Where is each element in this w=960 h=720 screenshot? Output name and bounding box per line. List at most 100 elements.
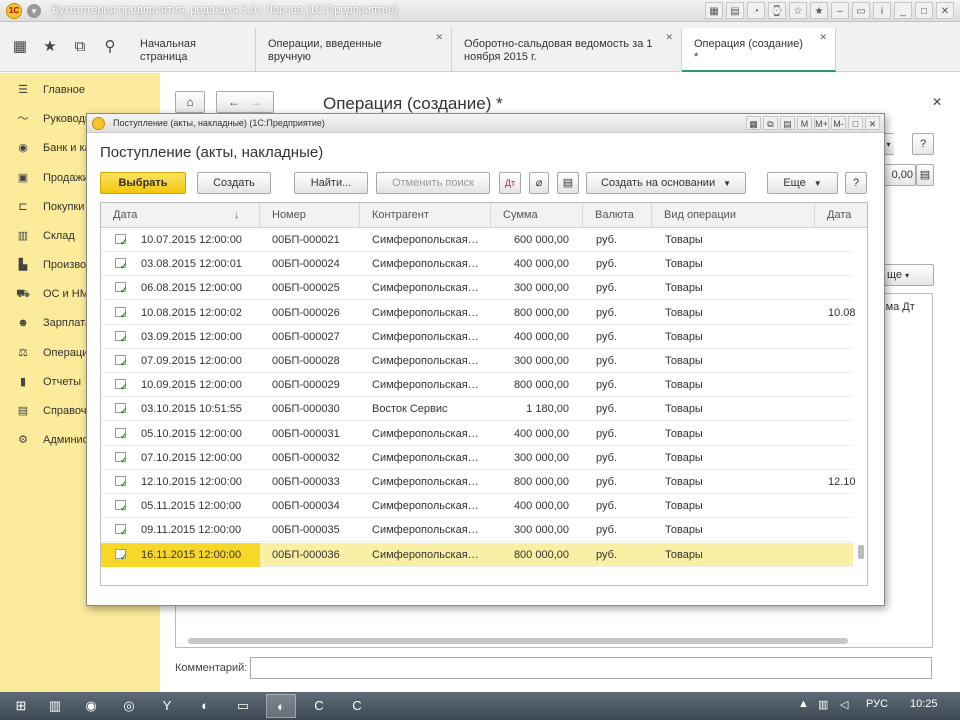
table-row[interactable]: ✓ 10.09.2015 12:00:00 00БП-000029 Симферопо… — [101, 373, 853, 398]
help-button[interactable]: ? — [845, 172, 867, 194]
tab-home[interactable]: Начальная страница — [128, 28, 256, 72]
window-menu-icon[interactable]: ▭ — [852, 2, 870, 19]
star-icon[interactable]: ★ — [810, 2, 828, 19]
minimize-icon[interactable]: – — [831, 2, 849, 19]
vertical-scrollbar-thumb[interactable] — [858, 545, 864, 559]
calendar-icon[interactable]: ▦ — [705, 2, 723, 19]
window-close-button[interactable]: ✕ — [936, 2, 954, 19]
favorites-icon[interactable]: ☆ — [789, 2, 807, 19]
window-minimize-button[interactable]: _ — [894, 2, 912, 19]
taskbar-firefox-icon[interactable]: ◉ — [76, 694, 106, 718]
tray-arrow-icon[interactable]: ▲ — [798, 698, 809, 710]
table-row[interactable]: ✓ 10.07.2015 12:00:00 00БП-000021 Симферопо… — [101, 228, 853, 252]
cell-operation-type: Товары — [665, 234, 703, 246]
taskbar-explorer-icon[interactable]: ▭ — [228, 694, 258, 718]
table-row[interactable]: ✓ 12.10.2015 12:00:00 00БП-000033 Симферопо… — [101, 470, 856, 494]
select-button[interactable]: Выбрать — [100, 172, 186, 194]
table-row[interactable]: ✓ 06.08.2015 12:00:00 00БП-000025 Симферопо… — [101, 276, 853, 301]
favorites-star-icon[interactable]: ★ — [40, 37, 60, 57]
comment-input[interactable] — [250, 657, 932, 679]
close-icon[interactable]: ✕ — [435, 31, 443, 44]
amount-field[interactable]: 0,00 — [882, 164, 916, 186]
cell-currency: руб. — [596, 379, 617, 392]
restore-icon[interactable]: □ — [848, 116, 863, 130]
create-button[interactable]: Создать — [197, 172, 271, 194]
taskbar-app-c-icon[interactable]: C — [304, 694, 334, 718]
table-row[interactable]: ✓ 03.08.2015 12:00:01 00БП-000024 Симферопо… — [101, 252, 853, 277]
taskbar-1c-icon[interactable]: ◐ — [190, 694, 220, 718]
cancel-search-button[interactable]: Отменить поиск — [376, 172, 490, 194]
taskbar-1c-active-icon[interactable]: ◐ — [266, 694, 296, 718]
window-title: Бухгалтерия предприятия, редакция 3.0 / … — [52, 4, 398, 16]
taskbar-app-c-green-icon[interactable]: C — [342, 694, 372, 718]
report-icon[interactable]: ▤ — [557, 172, 579, 194]
column-header-date2[interactable]: Дата — [815, 203, 867, 228]
language-indicator[interactable]: РУС — [866, 698, 888, 710]
m-plus-icon[interactable]: M+ — [814, 116, 829, 130]
search-icon[interactable]: ⚲ — [100, 37, 120, 57]
tab-operation-create[interactable]: Операция (создание) * ✕ — [682, 28, 836, 72]
copy-icon[interactable]: ⧉ — [763, 116, 778, 130]
more-button[interactable]: Еще ▼ — [767, 172, 838, 194]
table-row[interactable]: ✓ 07.10.2015 12:00:00 00БП-000032 Симферопо… — [101, 446, 853, 470]
tray-volume-icon[interactable]: ◁ — [840, 698, 848, 711]
history-icon[interactable]: ⌚ — [768, 2, 786, 19]
window-maximize-button[interactable]: □ — [915, 2, 933, 19]
main-menu-icon[interactable]: ▾ — [27, 4, 41, 18]
calculator-icon[interactable]: ▤ — [916, 164, 934, 186]
more-button[interactable]: ще ▾ — [882, 264, 934, 286]
column-header-counterparty[interactable]: Контрагент — [360, 203, 491, 228]
cell-counterparty: Симферопольская… — [372, 330, 479, 343]
taskbar-app-winrar-icon[interactable]: ▥ — [40, 694, 70, 718]
attachment-icon[interactable]: ⌀ — [529, 172, 549, 194]
sort-icon[interactable]: Дт — [499, 172, 521, 194]
bell-icon[interactable]: ◔ — [747, 2, 765, 19]
apps-grid-icon[interactable]: ▦ — [10, 37, 30, 57]
clock[interactable]: 10:25 — [910, 698, 938, 710]
table-row[interactable]: ✓ 16.11.2015 12:00:00 00БП-000036 Симферопо… — [101, 542, 853, 567]
calculator-icon[interactable]: ▤ — [726, 2, 744, 19]
cell-date2 — [828, 397, 858, 421]
home-button[interactable]: ⌂ — [175, 91, 205, 113]
1c-logo-icon[interactable]: 1С — [6, 3, 22, 19]
back-arrow-icon[interactable]: ← — [228, 95, 240, 109]
column-header-date[interactable]: Дата ↓ — [101, 203, 260, 228]
info-icon[interactable]: i — [873, 2, 891, 19]
back-forward-buttons[interactable]: ← → — [216, 91, 274, 113]
horizontal-scrollbar[interactable] — [188, 638, 848, 644]
table-row[interactable]: ✓ 03.09.2015 12:00:00 00БП-000027 Симферопо… — [101, 325, 853, 349]
menu-icon[interactable]: ▦ — [746, 116, 761, 130]
column-header-number[interactable]: Номер — [260, 203, 360, 228]
close-icon[interactable]: ✕ — [865, 116, 880, 130]
close-icon[interactable]: ✕ — [932, 95, 942, 109]
tray-network-icon[interactable]: ▥ — [818, 698, 828, 711]
help-button[interactable]: ? — [912, 133, 934, 155]
create-based-on-button[interactable]: Создать на основании ▼ — [586, 172, 746, 194]
find-button[interactable]: Найти... — [294, 172, 368, 194]
tab-turnover-balance[interactable]: Оборотно-сальдовая ведомость за 1 ноября… — [452, 28, 682, 72]
sidebar-item-main[interactable]: ☰ Главное — [0, 80, 160, 100]
start-windows-icon[interactable]: ⊞ — [6, 694, 36, 718]
history-icon[interactable]: ⧉ — [70, 37, 90, 57]
cell-currency: руб. — [596, 524, 617, 537]
column-header-currency[interactable]: Валюта — [583, 203, 652, 228]
table-row[interactable]: ✓ 09.11.2015 12:00:00 00БП-000035 Симферопо… — [101, 518, 853, 543]
tab-manual-operations[interactable]: Операции, введенные вручную ✕ — [256, 28, 452, 72]
cell-date2 — [828, 276, 858, 300]
column-header-operation-type[interactable]: Вид операции — [652, 203, 815, 228]
m-minus-icon[interactable]: M- — [831, 116, 846, 130]
calculator-icon[interactable]: ▤ — [780, 116, 795, 130]
forward-arrow-icon[interactable]: → — [250, 95, 262, 109]
close-icon[interactable]: ✕ — [819, 31, 827, 44]
table-row[interactable]: ✓ 07.09.2015 12:00:00 00БП-000028 Симферопо… — [101, 349, 853, 373]
table-row[interactable]: ✓ 03.10.2015 10:51:55 00БП-000030 Восток Се… — [101, 397, 853, 422]
close-icon[interactable]: ✕ — [665, 31, 673, 44]
table-row[interactable]: ✓ 05.11.2015 12:00:00 00БП-000034 Симферопо… — [101, 494, 853, 519]
table-row[interactable]: ✓ 10.08.2015 12:00:02 00БП-000026 Симферопо… — [101, 301, 856, 325]
cell-counterparty: Симферопольская… — [372, 476, 479, 488]
taskbar-yandex-icon[interactable]: Y — [152, 694, 182, 718]
table-row[interactable]: ✓ 05.10.2015 12:00:00 00БП-000031 Симферопо… — [101, 422, 853, 446]
taskbar-chrome-icon[interactable]: ◎ — [114, 694, 144, 718]
column-header-amount[interactable]: Сумма — [491, 203, 583, 228]
m-icon[interactable]: M — [797, 116, 812, 130]
